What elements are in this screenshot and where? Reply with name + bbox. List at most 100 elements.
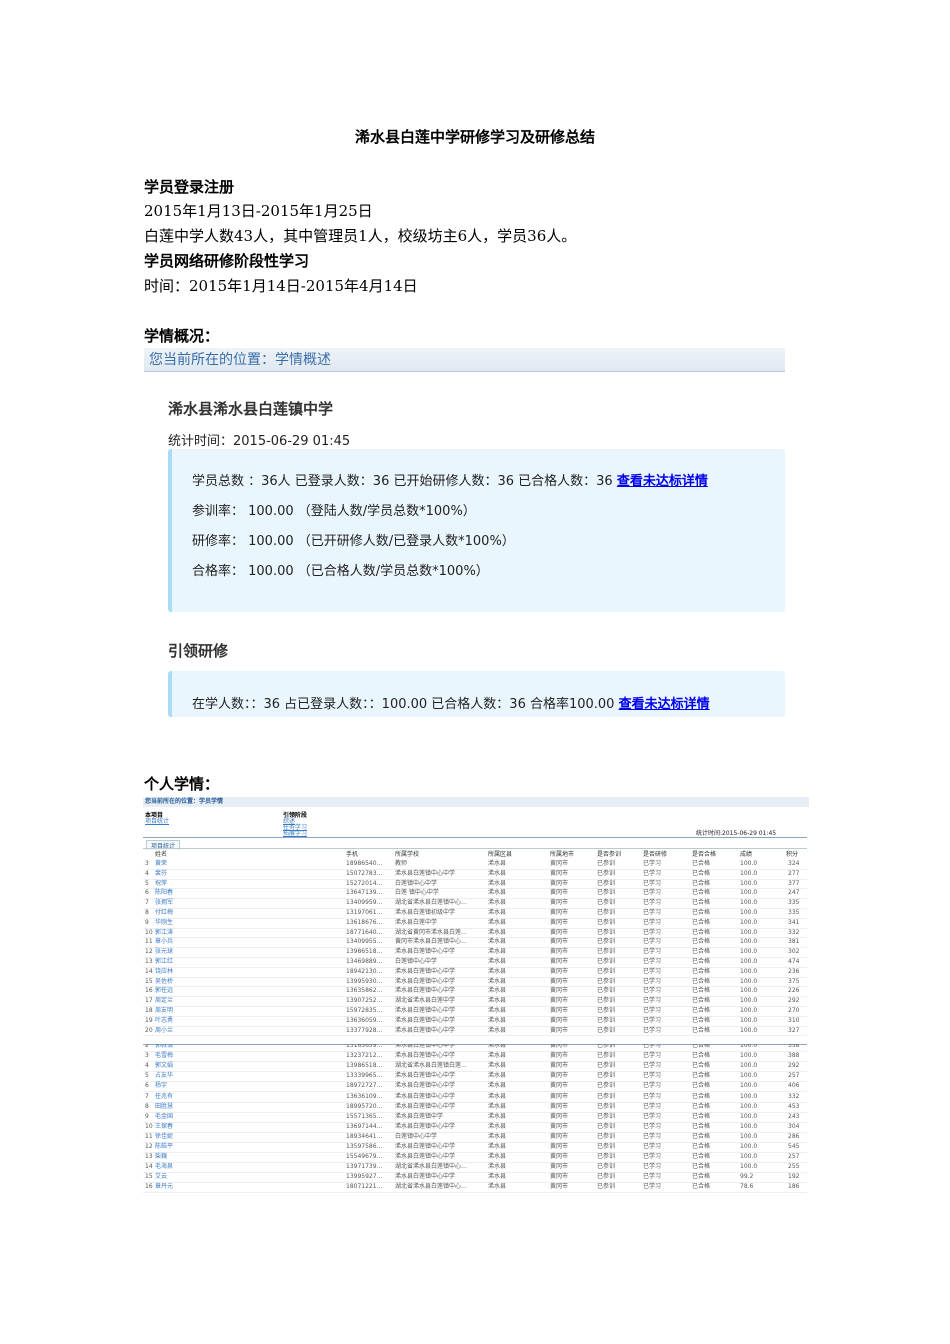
- project-stats-link[interactable]: 项目统计: [145, 816, 169, 825]
- row-index: 14: [145, 967, 153, 975]
- student-name-link[interactable]: 王保春: [155, 1122, 173, 1132]
- points: 381: [788, 938, 800, 946]
- student-name-link[interactable]: 华刚生: [155, 918, 173, 928]
- school: 湖北省浠水县白莲镇中心…: [395, 1163, 468, 1171]
- column-header[interactable]: 成绩: [740, 851, 752, 859]
- student-name-link[interactable]: 毛金国: [155, 1112, 173, 1122]
- pass-status: 已合格: [692, 1163, 711, 1171]
- city: 黄冈市: [550, 1102, 569, 1110]
- study-status: 已学习: [643, 918, 662, 926]
- student-name-link[interactable]: 周友明: [155, 1006, 173, 1016]
- student-name-link[interactable]: 祝萍: [155, 879, 167, 889]
- column-header[interactable]: 所属学校: [395, 851, 419, 859]
- column-header[interactable]: 手机: [346, 851, 358, 859]
- pass-status: 已合格: [692, 1173, 711, 1181]
- school: 教师: [395, 860, 408, 867]
- score: 100.0: [740, 977, 758, 985]
- student-name-link[interactable]: 任兆有: [155, 1092, 173, 1102]
- county: 浠水县: [488, 1092, 507, 1100]
- student-name-link[interactable]: 章小兵: [155, 937, 173, 947]
- column-header[interactable]: 所属区县: [488, 851, 512, 859]
- table-row: 16 章丹元 18071221… 湖北省浠水县白莲镇中心… 浠水县 黄冈市 已参训 已学习 已合…: [143, 1182, 807, 1194]
- column-header[interactable]: 姓名: [155, 851, 167, 859]
- student-name-link[interactable]: 郭江涛: [155, 928, 173, 938]
- points: 335: [788, 909, 800, 916]
- student-name-link[interactable]: 张元球: [155, 947, 173, 957]
- city: 黄冈市: [550, 899, 569, 907]
- column-header[interactable]: 是否研修: [643, 851, 667, 859]
- student-name-link[interactable]: 郭叔情: [155, 1044, 173, 1051]
- row-index: 8: [145, 909, 149, 916]
- school: 浠水县白莲中学: [395, 918, 438, 926]
- city: 黄冈市: [550, 889, 569, 897]
- trained-status: 已参训: [597, 869, 616, 877]
- school: 浠水县白莲镇初级中学: [395, 909, 456, 916]
- student-name-link[interactable]: 吴佐桥: [155, 977, 173, 987]
- view-unqualified-link[interactable]: 查看未达标详情: [617, 474, 708, 489]
- score: 100.0: [740, 1052, 758, 1060]
- phone: 13597586…: [346, 1143, 383, 1150]
- county: 浠水县: [488, 1052, 507, 1060]
- school: 浠水县白莲镇中心中学: [395, 1122, 456, 1130]
- score: 100.0: [740, 1062, 758, 1070]
- student-name-link[interactable]: 周定兰: [155, 996, 173, 1006]
- student-name-link[interactable]: 杨宇: [155, 1081, 167, 1091]
- pass-status: 已合格: [692, 899, 711, 907]
- county: 浠水县: [488, 869, 507, 877]
- student-name-link[interactable]: 毛雪梅: [155, 1051, 173, 1061]
- pass-status: 已合格: [692, 928, 711, 936]
- student-name-link[interactable]: 陈阳春: [155, 888, 173, 898]
- trained-status: 已参训: [597, 1112, 616, 1120]
- column-header[interactable]: 积分: [786, 851, 798, 859]
- school: 湖北省浠水县白莲镇白莲…: [395, 1062, 468, 1070]
- student-name-link[interactable]: 毛海泉: [155, 1162, 173, 1172]
- phone: 13995930…: [346, 977, 383, 985]
- phone: 18986540…: [346, 860, 383, 867]
- student-name-link[interactable]: 饶应林: [155, 967, 173, 977]
- trained-status: 已参训: [597, 889, 616, 897]
- phone: 13636059…: [346, 1016, 383, 1024]
- student-name-link[interactable]: 张拥军: [155, 898, 173, 908]
- row-index: 8: [145, 1102, 149, 1110]
- student-name-link[interactable]: 郭任远: [155, 986, 173, 996]
- county: 浠水县: [488, 899, 507, 907]
- column-header[interactable]: 所属地市: [550, 851, 574, 859]
- student-name-link[interactable]: 章丹元: [155, 1182, 173, 1192]
- trained-status: 已参训: [597, 899, 616, 907]
- training-rate: 参训率： 100.00 （登陆人数/学员总数*100%）: [192, 504, 476, 519]
- points: 310: [788, 1016, 800, 1024]
- breadcrumb: 您当前所在的位置：学情概述: [144, 348, 785, 372]
- score: 100.0: [740, 938, 758, 946]
- student-name-link[interactable]: 郭江红: [155, 957, 173, 967]
- student-name-link[interactable]: 付红梅: [155, 908, 173, 918]
- student-name-link[interactable]: 柴巍: [155, 1152, 167, 1162]
- score: 100.0: [740, 1132, 758, 1140]
- row-index: 19: [145, 1016, 153, 1024]
- student-name-link[interactable]: 郭文娟: [155, 1061, 173, 1071]
- student-name-link[interactable]: 艾云: [155, 1172, 167, 1182]
- student-name-link[interactable]: 陈皓平: [155, 1142, 173, 1152]
- score: 100.0: [740, 987, 758, 995]
- student-name-link[interactable]: 徐佳妮: [155, 1132, 173, 1142]
- phone: 13986518…: [346, 948, 383, 956]
- phone: 15571365…: [346, 1112, 383, 1120]
- column-header[interactable]: 是否参训: [597, 851, 621, 859]
- study-status: 已学习: [643, 1082, 662, 1090]
- city: 黄冈市: [550, 948, 569, 956]
- score: 100.0: [740, 860, 758, 867]
- student-name-link[interactable]: 周小兰: [155, 1026, 173, 1036]
- student-name-link[interactable]: 裴芬: [155, 869, 167, 879]
- student-name-link[interactable]: 田胜慧: [155, 1102, 173, 1112]
- column-header[interactable]: 是否合格: [692, 851, 716, 859]
- student-name-link[interactable]: 黄荣: [155, 859, 167, 869]
- student-name-link[interactable]: 叶志勇: [155, 1016, 173, 1026]
- row-index: 15: [145, 977, 153, 985]
- view-unqualified-link[interactable]: 查看未达标详情: [619, 697, 710, 712]
- student-name-link[interactable]: 占友华: [155, 1071, 173, 1081]
- stage-link-extend[interactable]: 拓展学习: [283, 828, 307, 837]
- row-index: 16: [145, 1183, 153, 1191]
- row-index: 11: [145, 938, 153, 946]
- school: 湖北省浠水县白莲中学: [395, 997, 456, 1005]
- personal-screenshot-2: 2 郭叔情 13165659… 浠水县白莲镇中心中学 浠水县 黄冈市 已参训 已学习 已合格 10…: [143, 1044, 807, 1196]
- phone: 18995720…: [346, 1102, 383, 1110]
